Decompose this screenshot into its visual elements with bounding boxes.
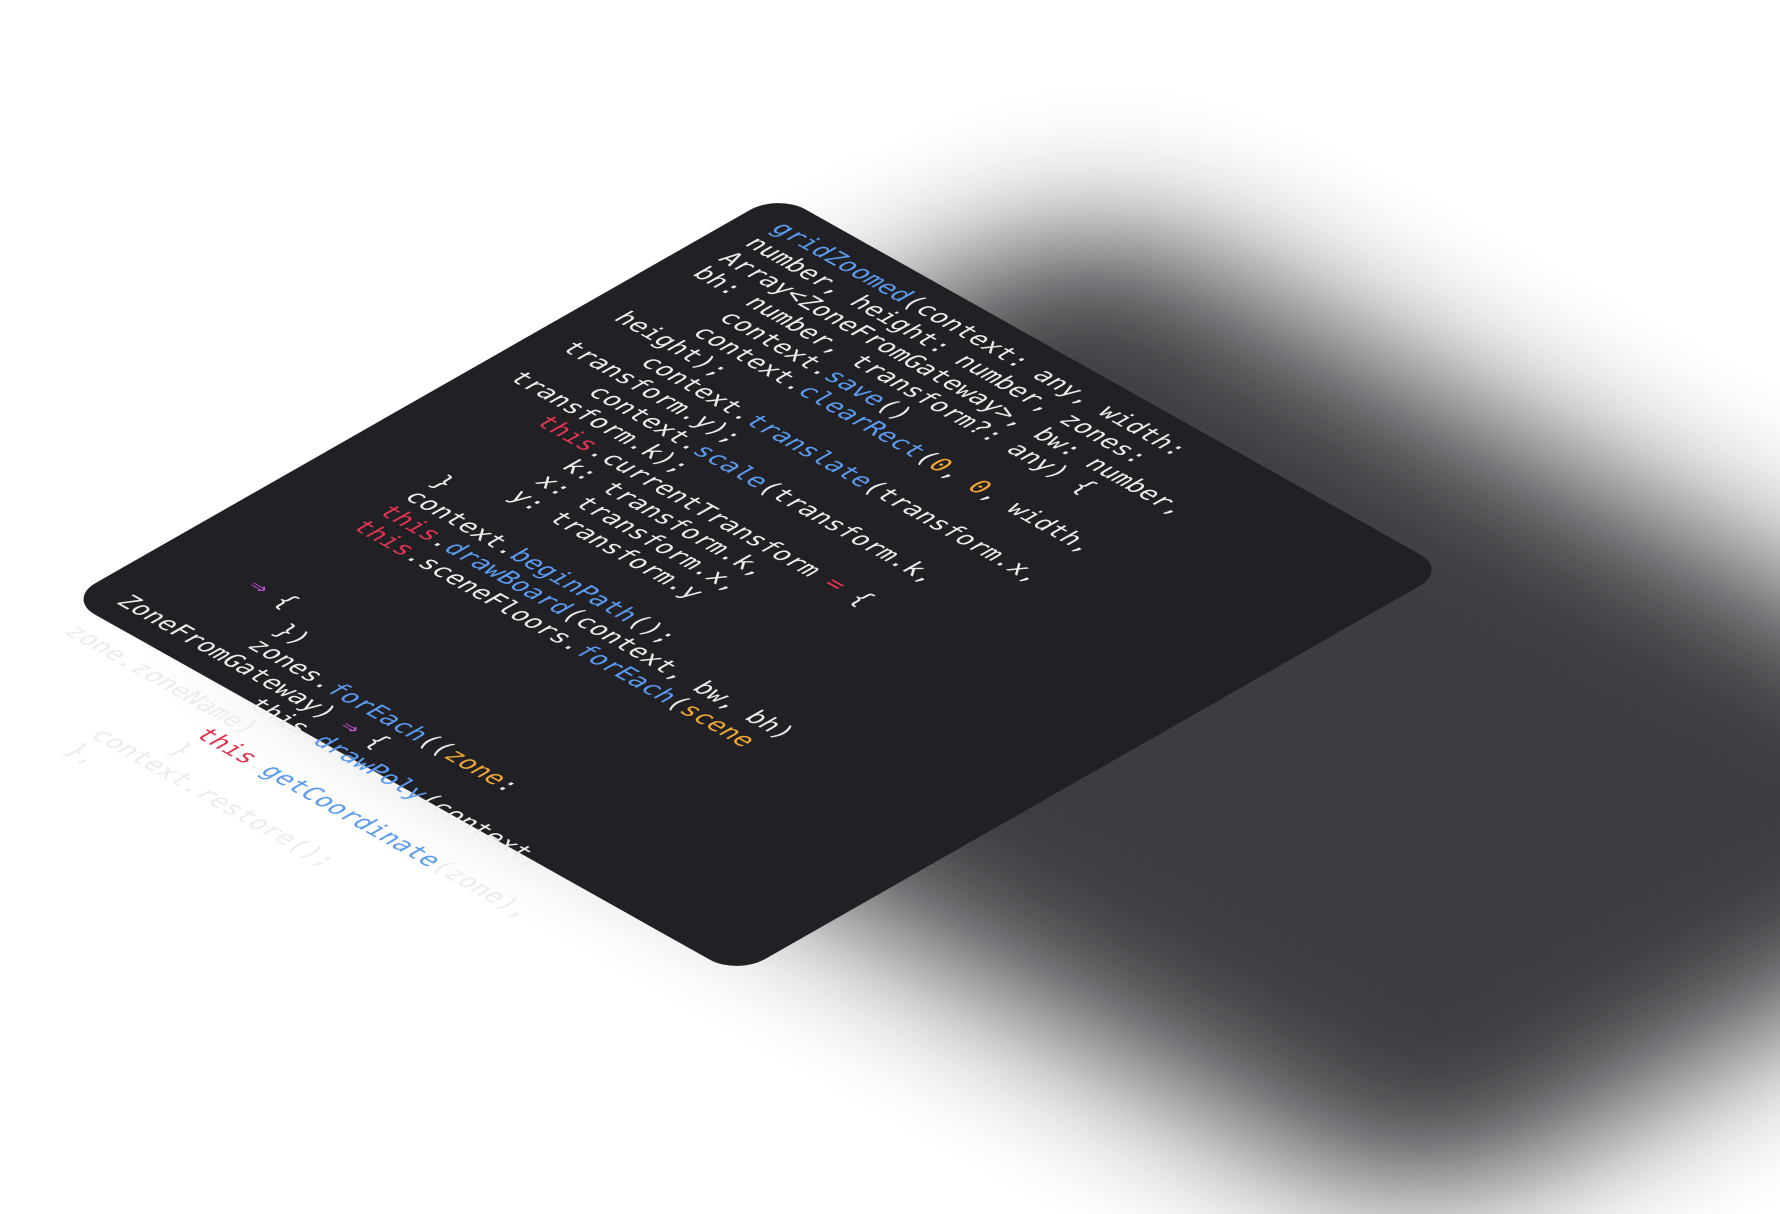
stage: gridZoomed(context: any, width: number, h… [0,0,1780,1214]
